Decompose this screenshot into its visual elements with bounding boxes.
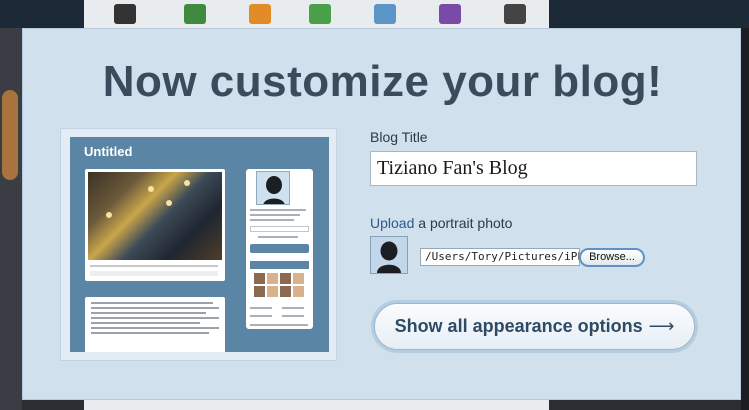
upload-label-text: a portrait photo	[414, 215, 513, 231]
preview-photo	[88, 172, 222, 260]
right-arrow-icon: ⟶	[648, 316, 675, 337]
dock-icon	[249, 4, 271, 24]
portrait-preview	[370, 236, 408, 274]
background-page-top	[0, 0, 749, 28]
silhouette-icon	[257, 172, 289, 204]
customize-blog-dialog: Now customize your blog! Untitled Blog T…	[22, 28, 741, 400]
blog-title-input[interactable]: Tiziano Fan's Blog	[370, 151, 697, 186]
preview-text-post	[85, 297, 225, 352]
dock-icon	[184, 4, 206, 24]
dock-icon	[374, 4, 396, 24]
upload-link[interactable]: Upload	[370, 215, 414, 231]
preview-blog-title: Untitled	[84, 144, 133, 159]
show-appearance-options-face[interactable]: Show all appearance options ⟶	[374, 303, 695, 350]
preview-sidebar	[246, 169, 313, 329]
browse-button[interactable]: Browse...	[579, 248, 645, 267]
theme-preview: Untitled	[60, 128, 337, 361]
preview-following-header	[250, 261, 309, 269]
background-left	[0, 28, 22, 410]
silhouette-icon	[371, 237, 407, 273]
background-page	[84, 0, 549, 28]
background-page-bottom	[84, 400, 549, 410]
background-right	[741, 28, 749, 410]
blog-title-label: Blog Title	[370, 129, 428, 145]
background-decoration	[2, 90, 18, 180]
file-path-input[interactable]: /Users/Tory/Pictures/iPhoto	[420, 248, 580, 266]
preview-following-avatars	[254, 273, 306, 297]
dock-icon	[114, 4, 136, 24]
preview-avatar	[256, 171, 290, 205]
show-appearance-options-label: Show all appearance options	[394, 316, 643, 336]
dock-icon	[504, 4, 526, 24]
show-appearance-options-button[interactable]: Show all appearance options ⟶	[371, 300, 698, 353]
dock-icon	[439, 4, 461, 24]
theme-preview-screen: Untitled	[70, 137, 329, 352]
dock-icon	[309, 4, 331, 24]
preview-photo-post	[85, 169, 225, 281]
upload-label: Upload a portrait photo	[370, 215, 512, 231]
page-title: Now customize your blog!	[102, 57, 663, 106]
preview-follow-button	[250, 244, 309, 253]
